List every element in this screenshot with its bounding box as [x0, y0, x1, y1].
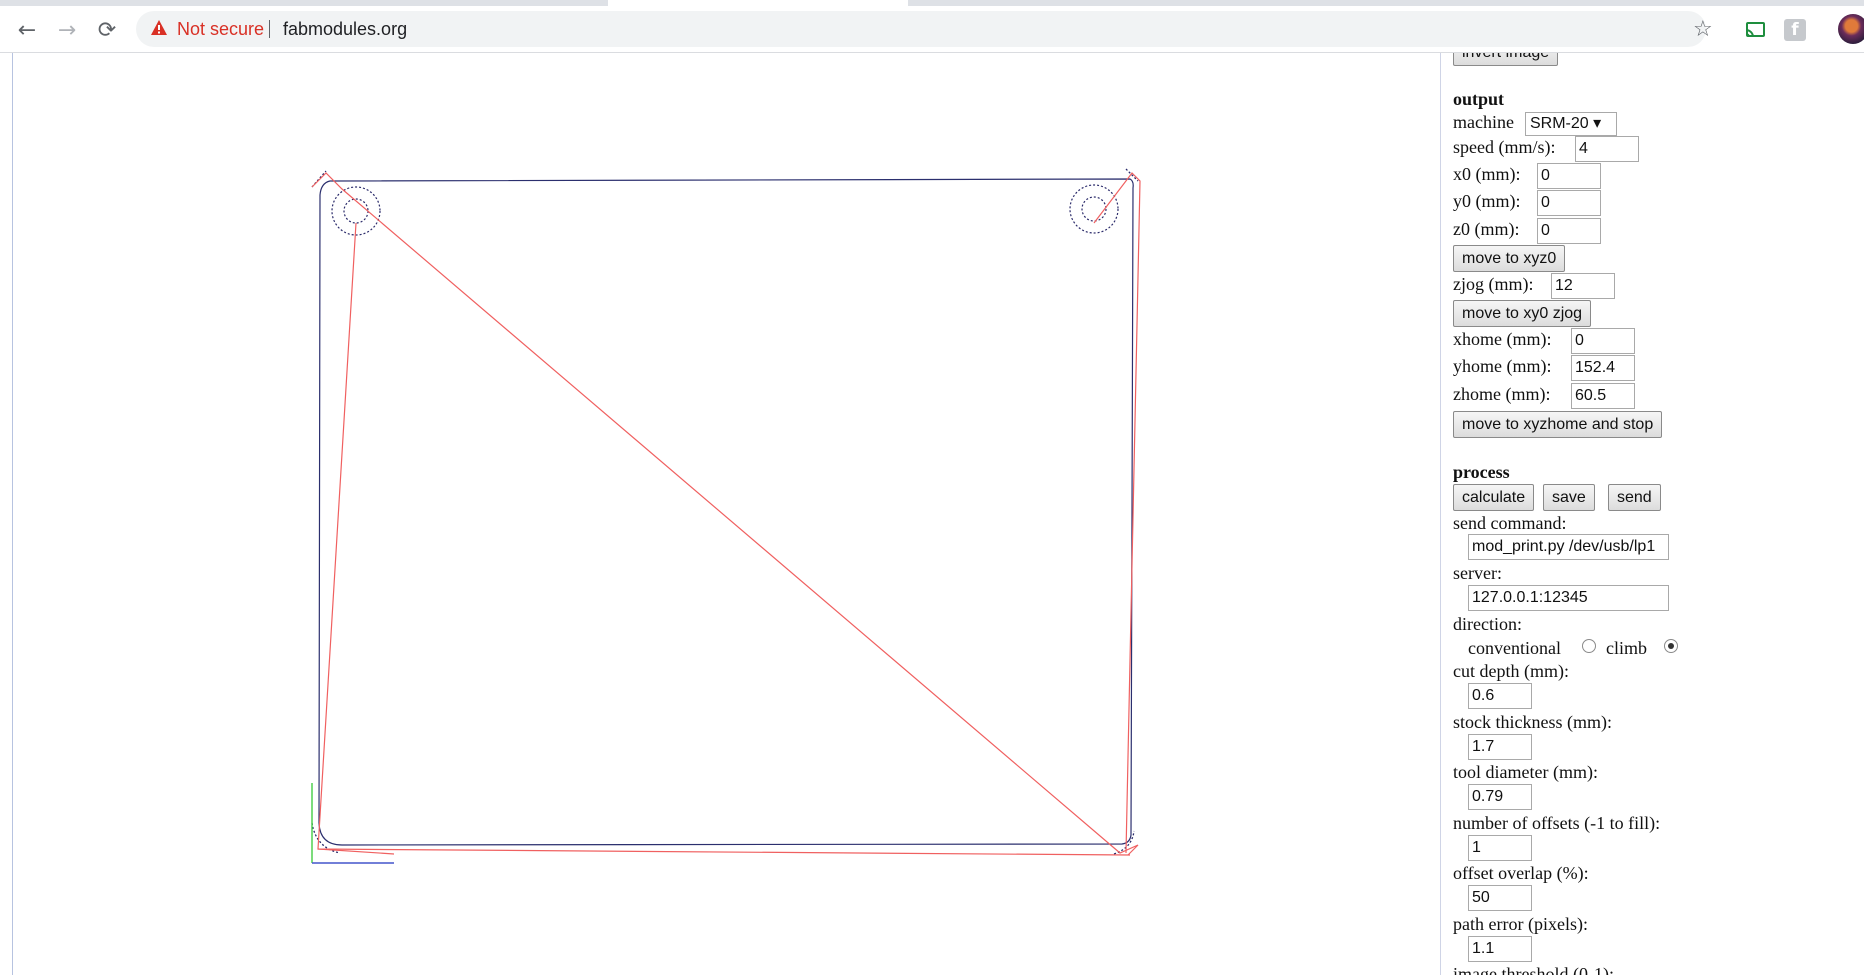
tool-diameter-label: tool diameter (mm): [1453, 762, 1598, 782]
xhome-input[interactable]: 0 [1571, 328, 1635, 354]
path-error-input[interactable]: 1.1 [1468, 936, 1532, 962]
page-content: invert image output machine SRM-20 ▾ spe… [0, 53, 1864, 975]
climb-radio[interactable] [1664, 639, 1678, 653]
machine-select[interactable]: SRM-20 ▾ [1525, 112, 1617, 136]
zhome-label: zhome (mm): [1453, 384, 1551, 404]
offset-overlap-input[interactable]: 50 [1468, 885, 1532, 911]
stock-thickness-label: stock thickness (mm): [1453, 712, 1612, 732]
facebook-icon[interactable]: f [1784, 19, 1806, 41]
move-to-xyzhome-button[interactable]: move to xyzhome and stop [1453, 411, 1663, 438]
tool-diameter-input[interactable]: 0.79 [1468, 784, 1532, 810]
x0-input[interactable]: 0 [1537, 163, 1601, 189]
conventional-label: conventional [1468, 638, 1561, 658]
calculate-button[interactable]: calculate [1453, 484, 1535, 511]
speed-input[interactable]: 4 [1575, 136, 1639, 162]
cut-path [318, 178, 1134, 846]
server-label: server: [1453, 563, 1502, 583]
reload-button[interactable]: ⟳ [95, 19, 119, 43]
offsets-label: number of offsets (-1 to fill): [1453, 813, 1661, 833]
toolpath-canvas [0, 53, 1440, 975]
zjog-label: zjog (mm): [1453, 274, 1534, 294]
machine-label: machine [1453, 112, 1514, 132]
cut-depth-label: cut depth (mm): [1453, 661, 1569, 681]
path-error-label: path error (pixels): [1453, 914, 1588, 934]
arrow-left-icon: ← [17, 18, 37, 43]
speed-label: speed (mm/s): [1453, 137, 1556, 157]
forward-button[interactable]: → [55, 19, 79, 43]
reload-icon: ⟳ [97, 18, 117, 43]
zjog-input[interactable]: 12 [1551, 273, 1615, 299]
zhome-input[interactable]: 60.5 [1571, 383, 1635, 409]
x0-label: x0 (mm): [1453, 164, 1521, 184]
y0-input[interactable]: 0 [1537, 190, 1601, 216]
invert-image-button[interactable]: invert image [1453, 53, 1559, 66]
cast-icon[interactable] [1744, 19, 1766, 41]
toolpath-drawing [311, 168, 1141, 864]
corner-marks [311, 168, 1139, 855]
offset-overlap-label: offset overlap (%): [1453, 863, 1589, 883]
process-heading: process [1453, 462, 1510, 482]
security-label[interactable]: Not secure [177, 11, 264, 47]
divider [269, 20, 270, 38]
avatar[interactable] [1838, 14, 1864, 44]
move-to-xyz0-button[interactable]: move to xyz0 [1453, 245, 1566, 272]
direction-label: direction: [1453, 614, 1522, 634]
conventional-radio[interactable] [1582, 639, 1596, 653]
yhome-input[interactable]: 152.4 [1571, 355, 1635, 381]
climb-label: climb [1606, 638, 1647, 658]
z0-label: z0 (mm): [1453, 219, 1520, 239]
send-button[interactable]: send [1608, 484, 1661, 511]
address-bar[interactable]: Not secure fabmodules.org [136, 11, 1706, 47]
warning-triangle-icon [151, 20, 167, 35]
panel-divider [1440, 53, 1441, 975]
hole-top-right [1069, 184, 1119, 234]
save-button[interactable]: save [1543, 484, 1595, 511]
send-command-label: send command: [1453, 513, 1567, 533]
stock-thickness-input[interactable]: 1.7 [1468, 734, 1532, 760]
cut-depth-input[interactable]: 0.6 [1468, 683, 1532, 709]
move-to-xy0-zjog-button[interactable]: move to xy0 zjog [1453, 300, 1592, 327]
star-icon[interactable]: ☆ [1693, 18, 1713, 42]
output-heading: output [1453, 89, 1505, 109]
back-button[interactable]: ← [15, 19, 39, 43]
z0-input[interactable]: 0 [1537, 218, 1601, 244]
arrow-right-icon: → [57, 18, 77, 43]
offsets-input[interactable]: 1 [1468, 835, 1532, 861]
y0-label: y0 (mm): [1453, 191, 1521, 211]
url-text[interactable]: fabmodules.org [283, 11, 407, 47]
yhome-label: yhome (mm): [1453, 356, 1552, 376]
outline-path [318, 178, 1134, 846]
move-path [311, 172, 1141, 856]
server-input[interactable]: 127.0.0.1:12345 [1468, 585, 1669, 611]
xhome-label: xhome (mm): [1453, 329, 1552, 349]
browser-toolbar: ← → ⟳ Not secure fabmodules.org ☆ f [0, 6, 1864, 53]
image-threshold-label: image threshold (0-1): [1453, 964, 1614, 975]
settings-panel: invert image output machine SRM-20 ▾ spe… [1453, 53, 1864, 975]
send-command-input[interactable]: mod_print.py /dev/usb/lp1 [1468, 534, 1669, 560]
